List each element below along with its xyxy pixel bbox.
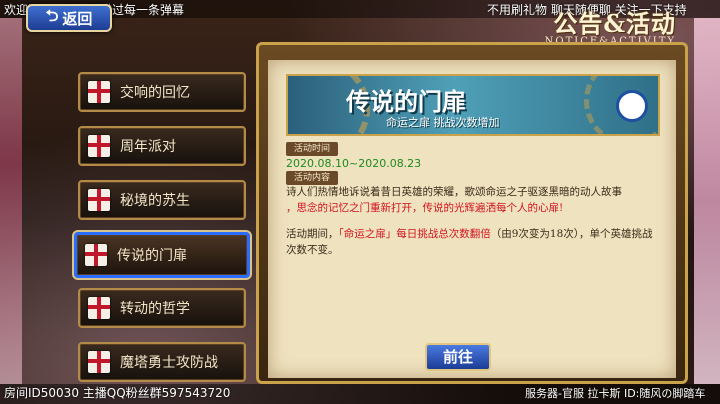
date-range: 2020.08.10~2020.08.23 [286,157,422,170]
gift-icon [85,244,107,266]
menu-item-2[interactable]: 秘境的苏生 [78,180,246,220]
time-tag: 活动时间 [286,142,339,156]
character-art-left [0,18,22,384]
gift-icon [88,297,110,319]
menu-item-label: 传说的门扉 [117,248,187,264]
menu-item-1[interactable]: 周年派对 [78,126,246,166]
character-art-right [694,18,720,384]
gift-icon [88,81,110,103]
menu-item-3-selected[interactable]: 传说的门扉 [72,230,252,280]
event-description: 诗人们热情地诉说着昔日英雄的荣耀，歌颂命运之子驱逐黑暗的动人故事 ，思念的记忆之… [286,184,660,216]
event-banner: 传说的门扉 命运之扉 挑战次数增加 [286,74,660,136]
menu-item-label: 秘境的苏生 [120,193,190,209]
detail-highlight: 「命运之扉」每日挑战总次数翻倍 [338,228,491,240]
banner-subtitle: 命运之扉 挑战次数增加 [386,116,500,129]
return-arrow-icon: ⮌ [45,5,59,25]
gift-icon [88,351,110,373]
menu-item-label: 周年派对 [120,139,176,155]
menu-item-5[interactable]: 魔塔勇士攻防战 [78,342,246,382]
room-info: 房间ID50030 主播QQ粉丝群597543720 [4,386,231,400]
server-info: 服务器-官服 拉卡斯 ID:随风の脚踏车 [525,387,706,400]
event-detail: 活动期间，「命运之扉」每日挑战总次数翻倍（由9次变为18次），单个英雄挑战次数不… [286,226,660,258]
page-heading: 公告&活动 NOTICE&ACTIVITY [545,4,676,47]
back-button-label: 返回 [62,9,93,28]
banner-title: 传说的门扉 [346,87,466,116]
menu-item-label: 魔塔勇士攻防战 [120,355,218,371]
menu-item-label: 转动的哲学 [120,301,190,317]
description-line-1: 诗人们热情地诉说着昔日英雄的荣耀，歌颂命运之子驱逐黑暗的动人故事 [286,186,622,198]
menu-item-0[interactable]: 交响的回忆 [78,72,246,112]
content-tag: 活动内容 [286,171,339,185]
emblem-icon [616,90,648,122]
detail-prefix: 活动期间， [286,228,339,240]
menu-item-label: 交响的回忆 [120,85,190,101]
description-line-2: ，思念的记忆之门重新打开，传说的光辉遍洒每个人的心扉! [286,202,564,214]
menu-item-4[interactable]: 转动的哲学 [78,288,246,328]
gift-icon [88,135,110,157]
gift-icon [88,189,110,211]
go-button[interactable]: 前往 [425,343,491,371]
back-button[interactable]: ⮌ 返回 [26,4,112,32]
page-title: 公告&活动 [553,9,676,38]
